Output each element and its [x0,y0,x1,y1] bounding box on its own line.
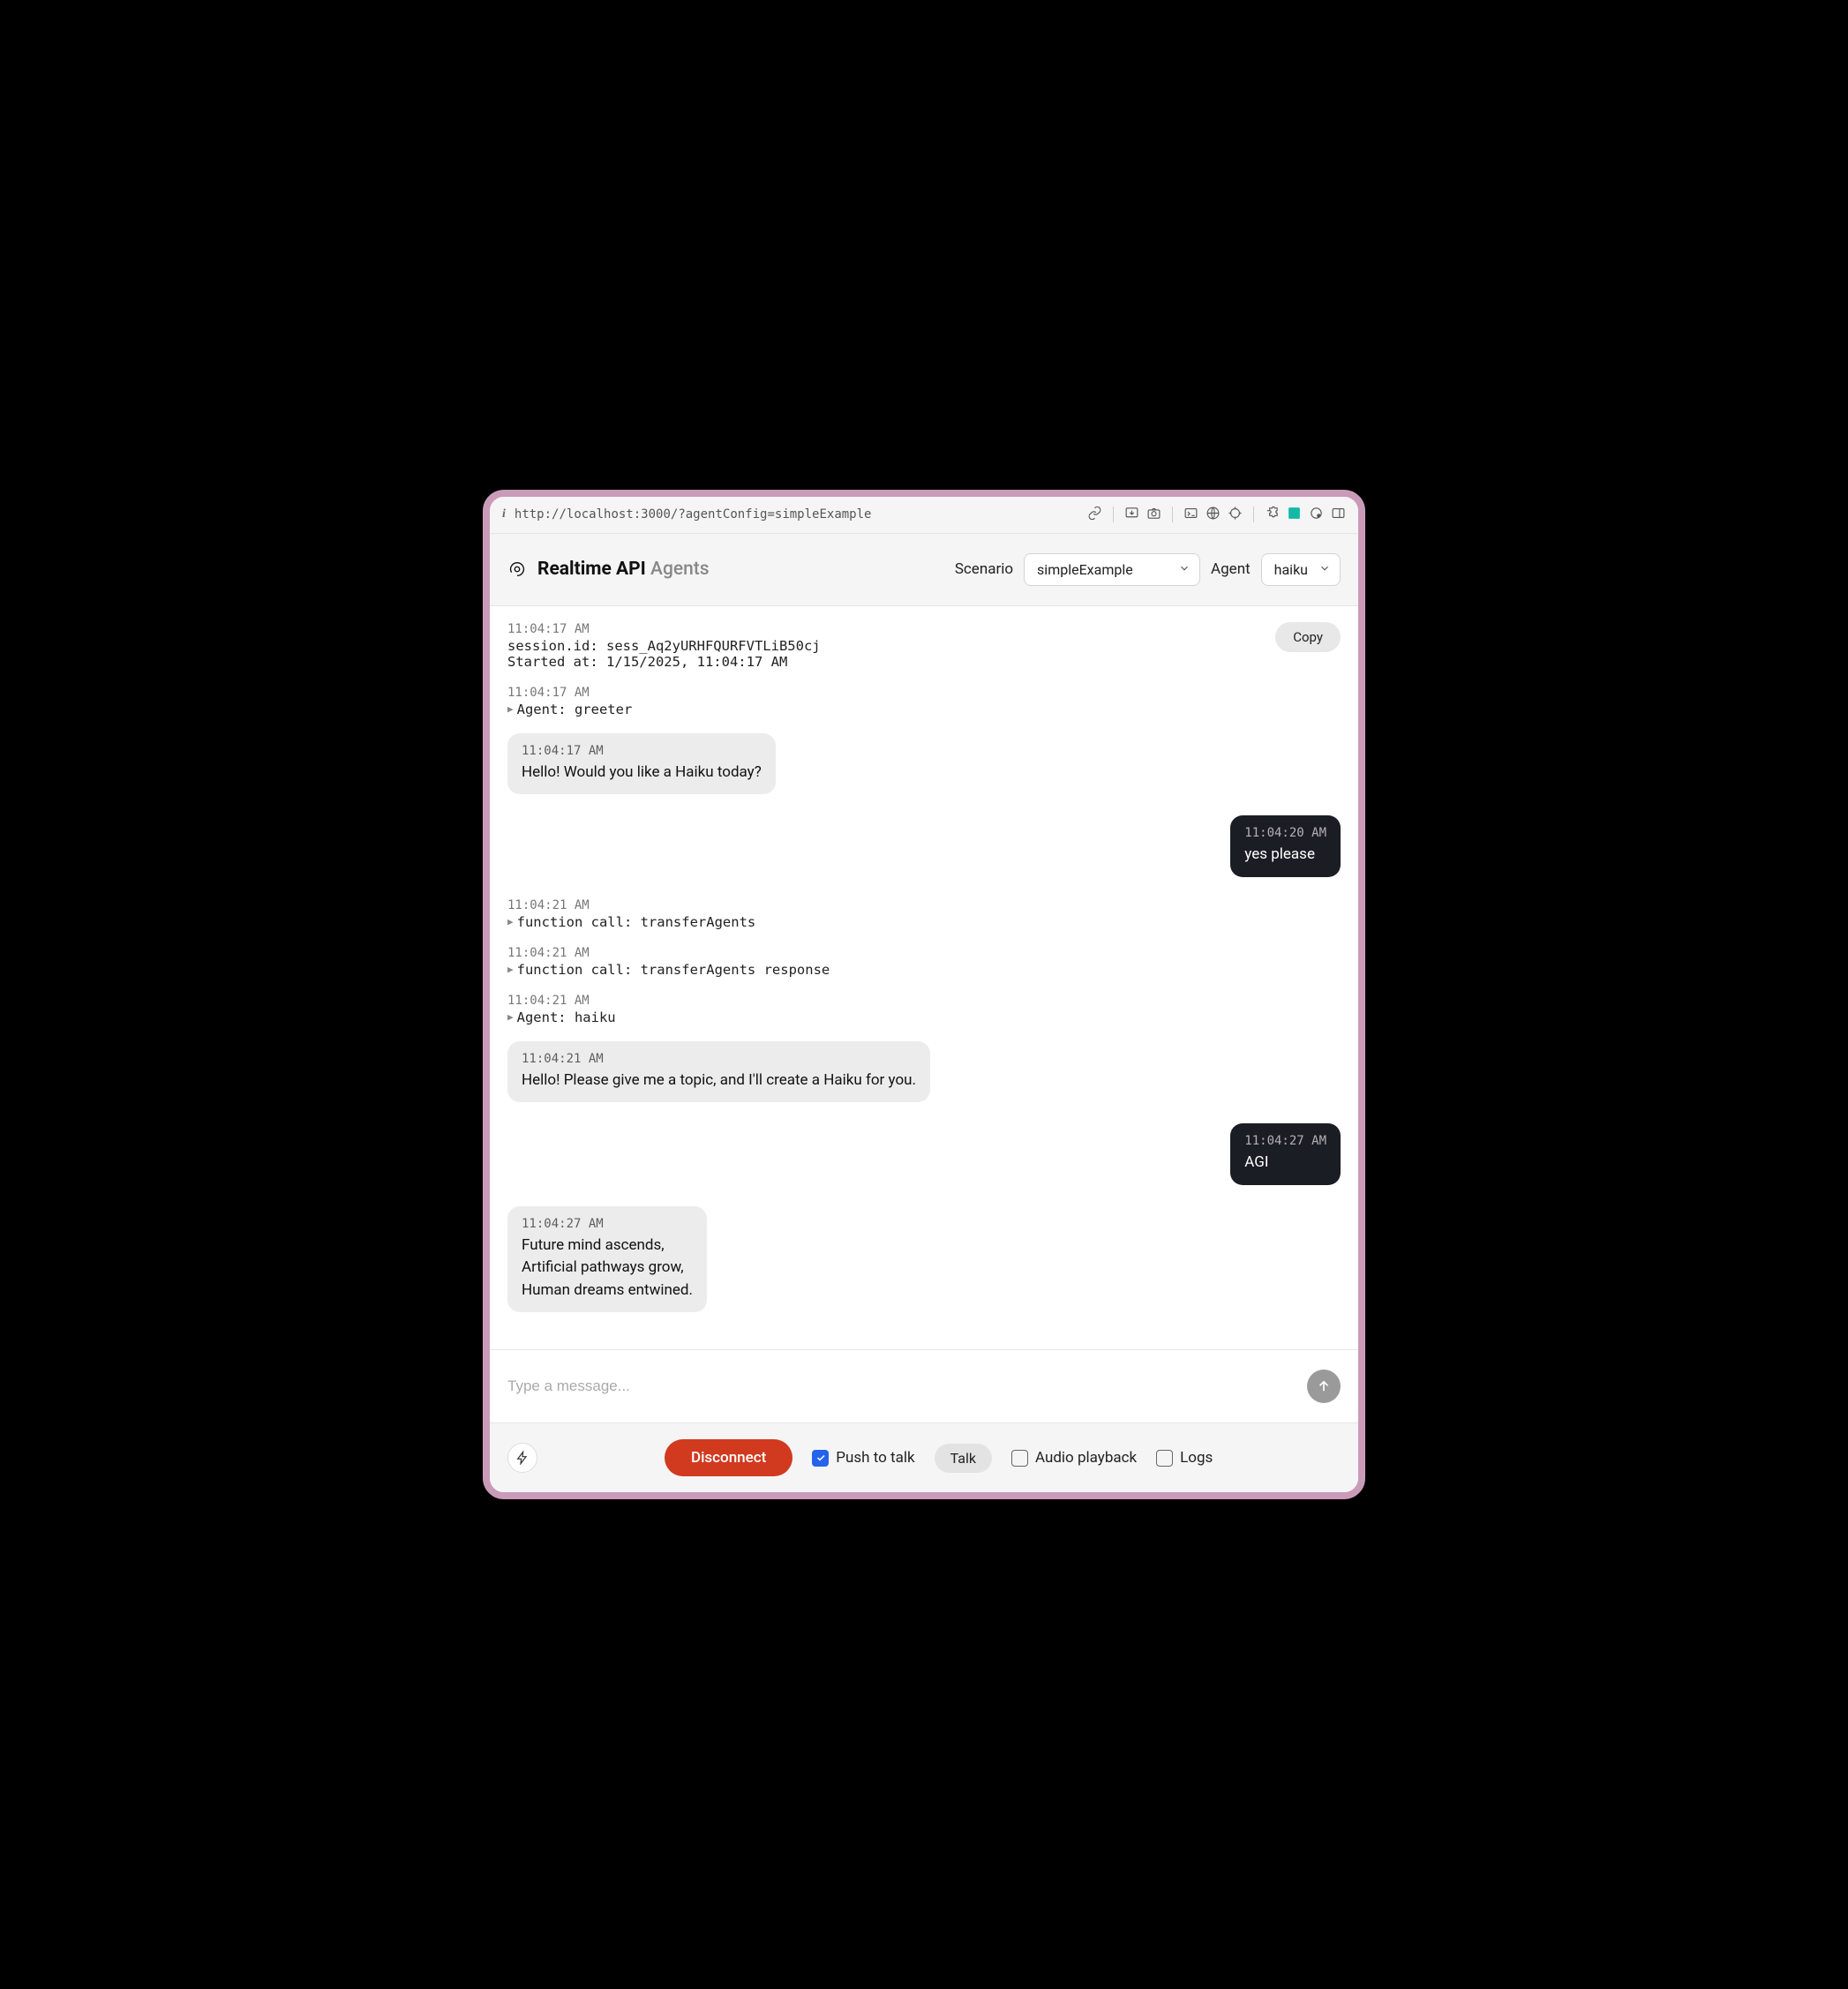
log-entry[interactable]: 11:04:17 AM ▶Agent: greeter [507,686,1341,717]
app-title: Realtime API Agents [537,559,710,580]
agent-message-bubble: 11:04:27 AM Future mind ascends, Artifici… [507,1206,707,1313]
user-message-row: 11:04:27 AM AGI [507,1123,1341,1185]
arrow-up-icon [1316,1378,1332,1394]
shield-icon[interactable] [1309,506,1324,524]
message-text: Hello! Would you like a Haiku today? [522,762,762,784]
browser-url-bar: i http://localhost:3000/?agentConfig=sim… [490,497,1358,534]
message-text: yes please [1244,844,1326,867]
bolt-icon [515,1451,530,1465]
transcript-panel: Copy 11:04:17 AM session.id: sess_Aq2yUR… [490,606,1358,1350]
url-text: http://localhost:3000/?agentConfig=simpl… [515,507,1078,522]
log-timestamp: 11:04:21 AM [507,898,1341,912]
disconnect-button[interactable]: Disconnect [665,1439,793,1476]
user-message-row: 11:04:20 AM yes please [507,815,1341,877]
log-entry[interactable]: 11:04:21 AM ▶function call: transferAgent… [507,898,1341,930]
logs-group[interactable]: Logs [1156,1449,1213,1467]
log-line: ▶Agent: greeter [507,702,1341,717]
message-text: Future mind ascends, Artificial pathways… [522,1235,693,1302]
download-icon[interactable] [1124,506,1139,524]
log-line: ▶function call: transferAgents [507,914,1341,930]
message-text: AGI [1244,1152,1326,1175]
expand-triangle-icon: ▶ [507,1011,514,1023]
push-to-talk-label: Push to talk [836,1449,914,1467]
talk-button[interactable]: Talk [935,1444,992,1473]
logs-checkbox[interactable] [1156,1450,1173,1467]
globe-icon[interactable] [1206,506,1221,524]
chevron-down-icon [1318,561,1331,578]
target-icon[interactable] [1228,506,1243,524]
agent-message-bubble: 11:04:17 AM Hello! Would you like a Haiku… [507,733,776,795]
audio-playback-checkbox[interactable] [1011,1450,1028,1467]
message-timestamp: 11:04:17 AM [522,744,762,758]
copy-button[interactable]: Copy [1275,622,1341,652]
message-text: Hello! Please give me a topic, and I'll … [522,1070,916,1092]
app-icon[interactable] [1287,506,1302,524]
agent-message-bubble: 11:04:21 AM Hello! Please give me a topic… [507,1041,930,1103]
log-entry[interactable]: 11:04:21 AM ▶function call: transferAgent… [507,946,1341,978]
expand-triangle-icon: ▶ [507,916,514,927]
openai-logo-icon [507,559,527,579]
push-to-talk-group[interactable]: Push to talk [812,1449,914,1467]
message-timestamp: 11:04:27 AM [522,1217,693,1231]
app-window: i http://localhost:3000/?agentConfig=sim… [483,490,1365,1500]
agent-select[interactable]: haiku [1261,553,1341,586]
agent-message-row: 11:04:21 AM Hello! Please give me a topic… [507,1041,1341,1103]
message-timestamp: 11:04:27 AM [1244,1134,1326,1148]
audio-playback-group[interactable]: Audio playback [1011,1449,1137,1467]
expand-triangle-icon: ▶ [507,964,514,975]
message-input-row [490,1349,1358,1422]
scenario-select[interactable]: simpleExample [1024,553,1200,586]
scenario-label: Scenario [955,560,1013,578]
url-tools [1087,506,1346,524]
terminal-icon[interactable] [1183,506,1198,524]
user-message-bubble: 11:04:27 AM AGI [1230,1123,1341,1185]
audio-playback-label: Audio playback [1035,1449,1137,1467]
log-timestamp: 11:04:21 AM [507,994,1341,1008]
sidebar-icon[interactable] [1331,506,1346,524]
info-icon: i [502,507,506,522]
camera-icon[interactable] [1146,506,1161,524]
expand-triangle-icon: ▶ [507,703,514,715]
agent-message-row: 11:04:27 AM Future mind ascends, Artifici… [507,1206,1341,1313]
push-to-talk-checkbox[interactable] [812,1450,829,1467]
footer-controls: Disconnect Push to talk Talk Audio playb… [490,1422,1358,1492]
chevron-down-icon [1178,561,1191,578]
bolt-button[interactable] [507,1443,537,1473]
puzzle-icon[interactable] [1265,506,1280,524]
log-timestamp: 11:04:21 AM [507,946,1341,960]
message-timestamp: 11:04:20 AM [1244,826,1326,840]
logs-label: Logs [1180,1449,1213,1467]
log-line: ▶function call: transferAgents response [507,962,1341,978]
message-input[interactable] [507,1377,1296,1395]
app-header: Realtime API Agents Scenario simpleExamp… [490,534,1358,606]
session-info: 11:04:17 AM session.id: sess_Aq2yURHFQUR… [507,622,1341,670]
link-icon[interactable] [1087,506,1102,524]
agent-label: Agent [1211,560,1251,578]
log-line: ▶Agent: haiku [507,1010,1341,1025]
agent-message-row: 11:04:17 AM Hello! Would you like a Haiku… [507,733,1341,795]
log-timestamp: 11:04:17 AM [507,686,1341,700]
user-message-bubble: 11:04:20 AM yes please [1230,815,1341,877]
message-timestamp: 11:04:21 AM [522,1052,916,1066]
send-button[interactable] [1307,1370,1341,1403]
log-entry[interactable]: 11:04:21 AM ▶Agent: haiku [507,994,1341,1025]
